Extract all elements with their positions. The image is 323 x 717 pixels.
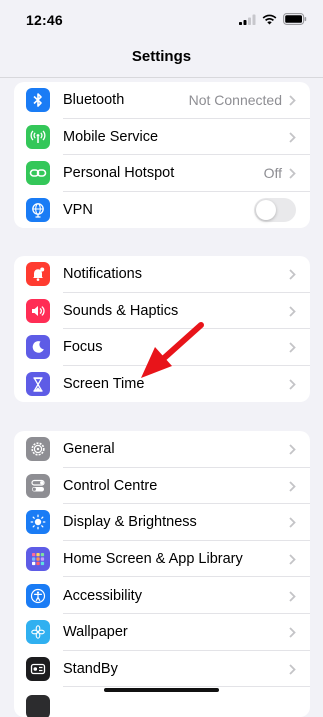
annotation-arrow <box>141 322 204 378</box>
home-indicator <box>104 688 219 692</box>
